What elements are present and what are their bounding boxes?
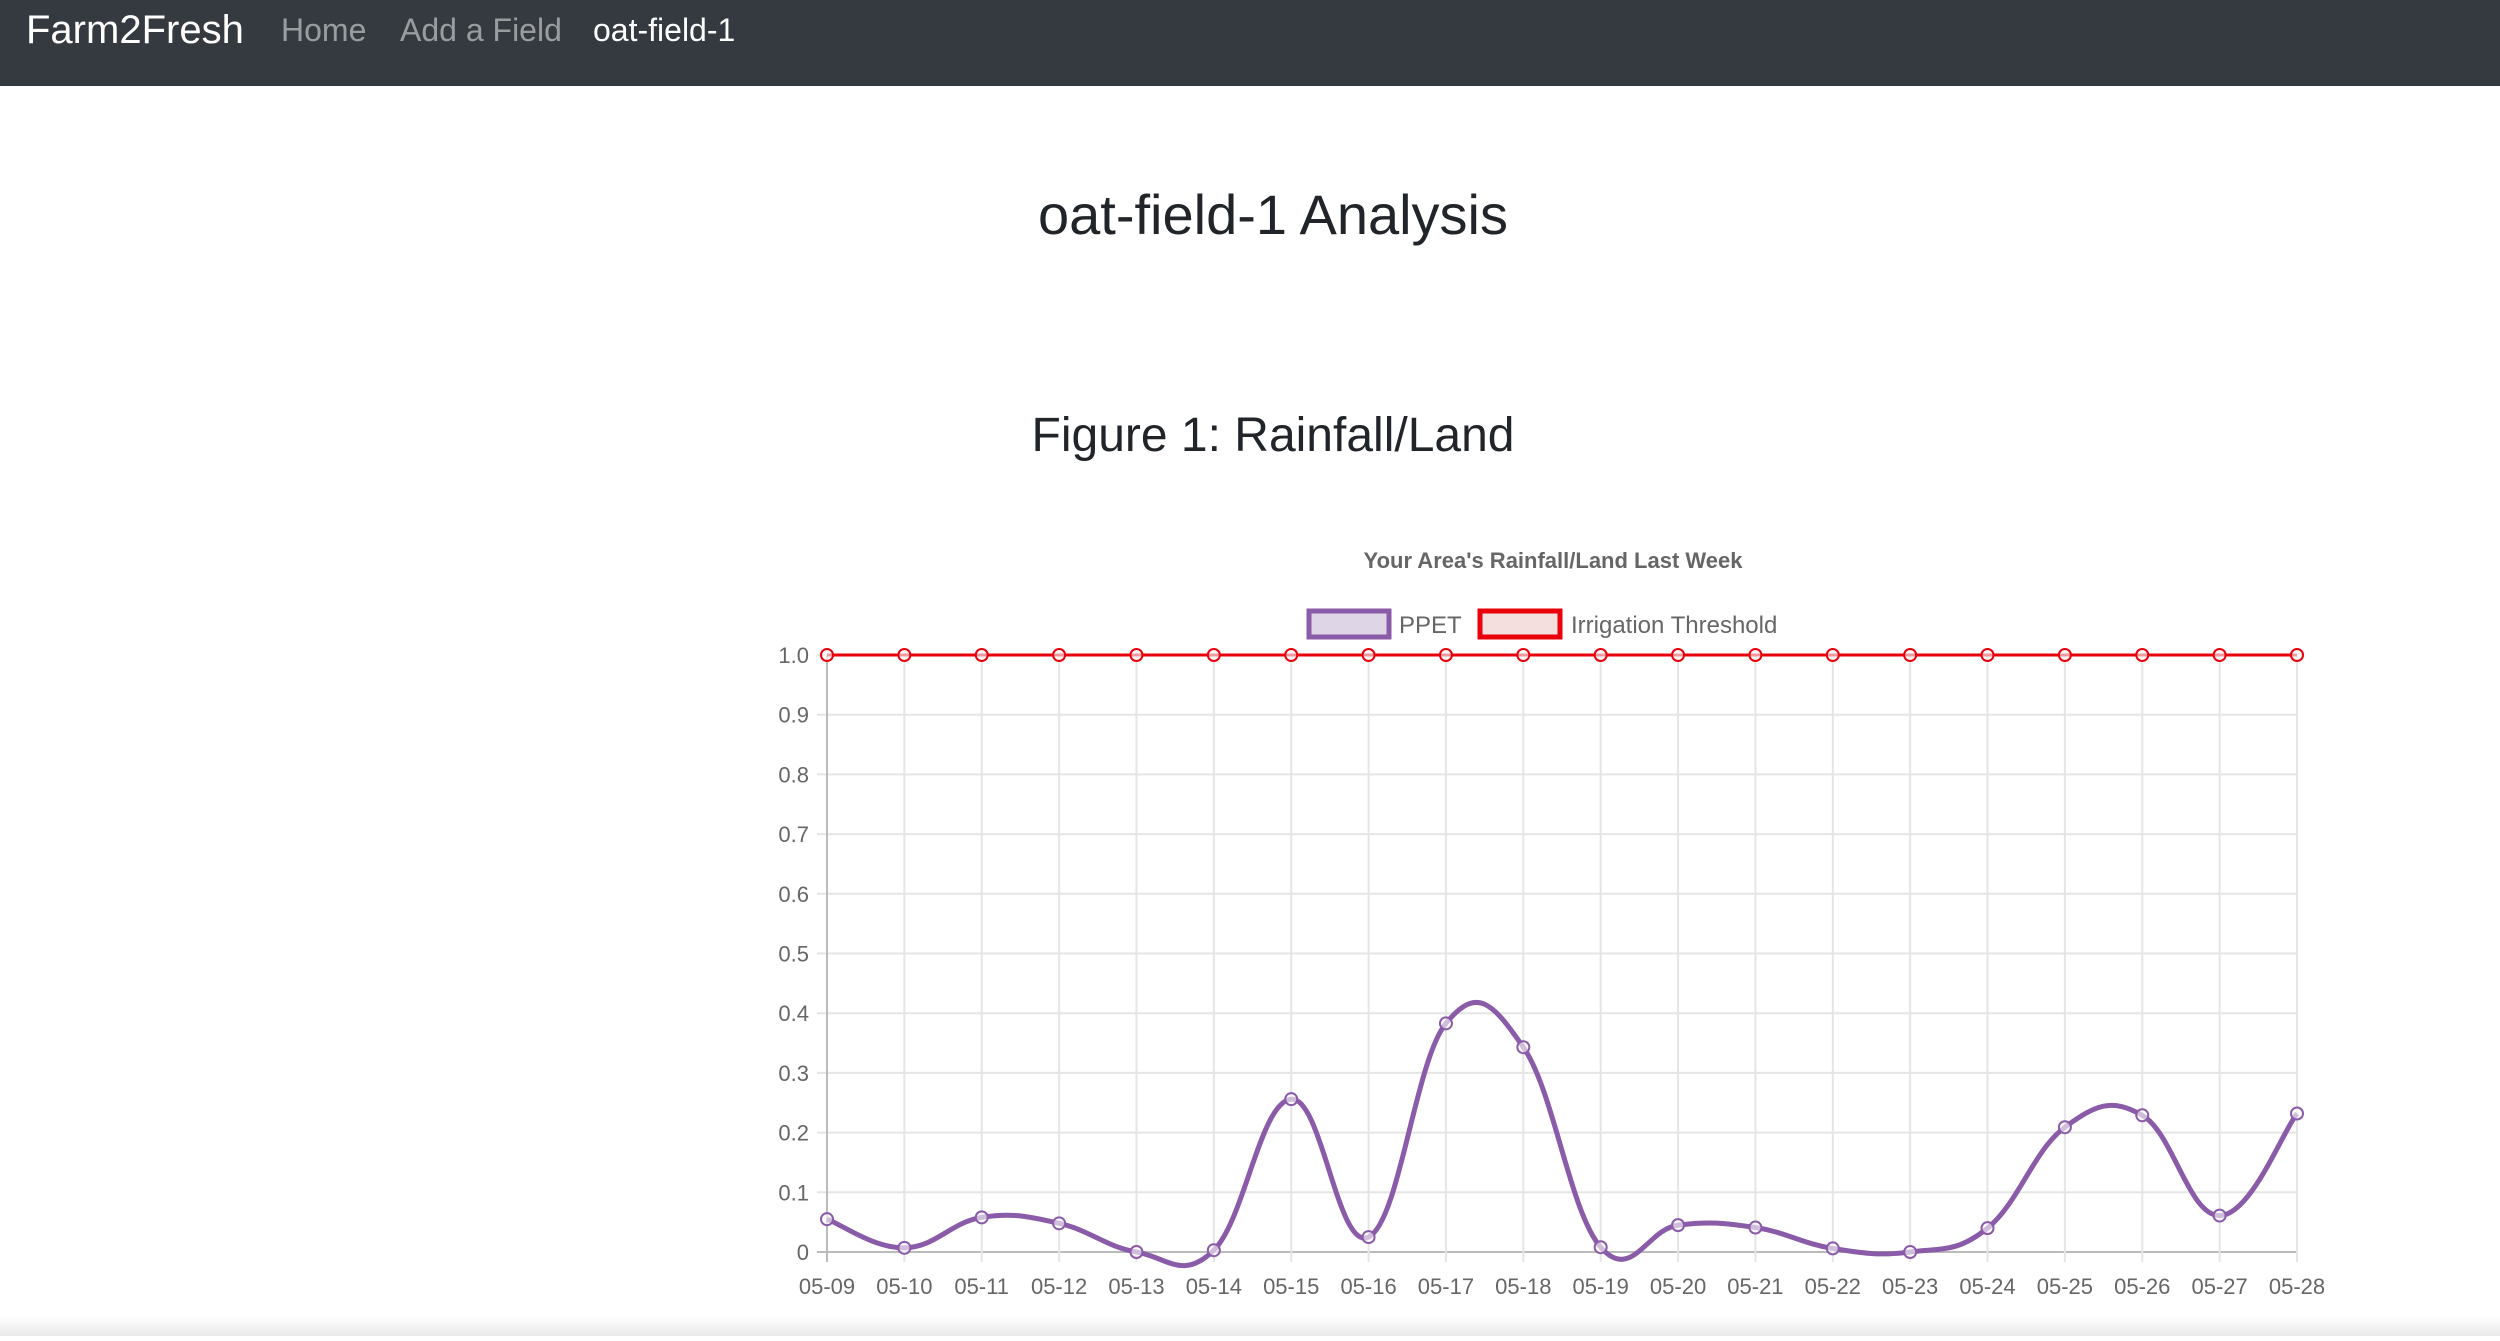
rainfall-chart-container: Your Area's Rainfall/Land Last Week PPET…: [0, 0, 2500, 1336]
data-point-irrigation-threshold[interactable]: [2212, 648, 2227, 662]
data-point-irrigation-threshold[interactable]: [1980, 648, 1995, 662]
x-tick-label: 05-13: [1108, 1274, 1164, 1299]
data-point-irrigation-threshold[interactable]: [820, 648, 834, 662]
data-point-ppet[interactable]: [1361, 1230, 1376, 1245]
y-tick-label: 0.1: [778, 1180, 809, 1205]
data-point-ppet[interactable]: [1052, 1216, 1067, 1231]
x-tick-label: 05-14: [1186, 1274, 1242, 1299]
y-tick-label: 0: [797, 1240, 809, 1265]
x-tick-label: 05-11: [954, 1274, 1009, 1299]
legend-label-irrigation-threshold: Irrigation Threshold: [1571, 612, 1777, 639]
data-point-ppet[interactable]: [1284, 1092, 1299, 1107]
x-tick-label: 05-15: [1263, 1274, 1319, 1299]
data-point-irrigation-threshold[interactable]: [1825, 648, 1840, 662]
y-tick-label: 0.7: [778, 822, 809, 847]
data-point-irrigation-threshold[interactable]: [1129, 648, 1144, 662]
data-point-ppet[interactable]: [2212, 1208, 2227, 1223]
y-tick-label: 1.0: [778, 643, 809, 668]
data-point-irrigation-threshold[interactable]: [1593, 648, 1608, 662]
rainfall-chart: Your Area's Rainfall/Land Last Week PPET…: [778, 548, 2325, 1299]
data-point-ppet[interactable]: [2290, 1106, 2304, 1121]
data-point-ppet[interactable]: [1825, 1241, 1840, 1256]
x-tick-label: 05-28: [2269, 1274, 2325, 1299]
x-tick-label: 05-21: [1727, 1274, 1783, 1299]
chart-title: Your Area's Rainfall/Land Last Week: [1364, 548, 1744, 573]
data-point-irrigation-threshold[interactable]: [1284, 648, 1299, 662]
x-tick-label: 05-27: [2191, 1274, 2247, 1299]
data-point-ppet[interactable]: [1593, 1240, 1608, 1255]
legend-swatch-ppet: [1306, 608, 1392, 640]
x-tick-label: 05-12: [1031, 1274, 1087, 1299]
data-point-irrigation-threshold[interactable]: [1516, 648, 1531, 662]
data-point-irrigation-threshold[interactable]: [2290, 648, 2304, 662]
data-point-irrigation-threshold[interactable]: [897, 648, 912, 662]
data-point-ppet[interactable]: [1438, 1016, 1453, 1031]
data-point-ppet[interactable]: [1903, 1245, 1918, 1259]
x-tick-label: 05-18: [1495, 1274, 1551, 1299]
x-tick-label: 05-17: [1418, 1274, 1474, 1299]
data-point-irrigation-threshold[interactable]: [974, 648, 989, 662]
data-point-ppet[interactable]: [1671, 1218, 1686, 1233]
data-point-ppet[interactable]: [1516, 1040, 1531, 1055]
page-bottom-edge: [0, 1316, 2500, 1336]
legend-item-ppet[interactable]: PPET: [1306, 608, 1462, 640]
x-tick-label: 05-26: [2114, 1274, 2170, 1299]
data-point-irrigation-threshold[interactable]: [2057, 648, 2072, 662]
data-point-irrigation-threshold[interactable]: [1671, 648, 1686, 662]
y-tick-label: 0.9: [778, 703, 809, 728]
y-tick-label: 0.6: [778, 882, 809, 907]
legend-swatch-irrigation-threshold: [1477, 608, 1563, 640]
data-point-ppet[interactable]: [974, 1210, 989, 1225]
y-tick-label: 0.5: [778, 942, 809, 967]
x-tick-label: 05-22: [1805, 1274, 1861, 1299]
data-point-irrigation-threshold[interactable]: [1361, 648, 1376, 662]
chart-y-axis: 0 0.1 0.2 0.3 0.4 0.5 0.6 0.7 0.8 0.9 1.0: [778, 643, 809, 1265]
data-point-ppet[interactable]: [1980, 1221, 1995, 1236]
chart-x-axis: 05-09 05-10 05-11 05-12 05-13 05-14 05-15 05-16…: [799, 1274, 2325, 1299]
data-point-ppet[interactable]: [1129, 1245, 1144, 1259]
series-line-ppet: [826, 1000, 2300, 1269]
x-tick-label: 05-25: [2037, 1274, 2093, 1299]
data-point-ppet[interactable]: [2135, 1108, 2150, 1123]
y-tick-label: 0.2: [778, 1121, 809, 1146]
legend-label-ppet: PPET: [1399, 612, 1462, 639]
chart-series: [820, 648, 2304, 1269]
x-tick-label: 05-10: [876, 1274, 932, 1299]
data-point-ppet[interactable]: [1748, 1220, 1763, 1235]
x-tick-label: 05-24: [1959, 1274, 2015, 1299]
chart-grid: [817, 654, 2298, 1262]
legend-item-irrigation-threshold[interactable]: Irrigation Threshold: [1477, 608, 1777, 640]
x-tick-label: 05-19: [1573, 1274, 1629, 1299]
data-point-ppet[interactable]: [897, 1240, 912, 1255]
data-point-irrigation-threshold[interactable]: [1903, 648, 1918, 662]
y-tick-label: 0.4: [778, 1001, 809, 1026]
data-point-irrigation-threshold[interactable]: [1438, 648, 1453, 662]
data-point-ppet[interactable]: [2057, 1120, 2072, 1135]
y-tick-label: 0.8: [778, 762, 809, 787]
data-point-ppet[interactable]: [820, 1212, 834, 1227]
data-point-irrigation-threshold[interactable]: [1748, 648, 1763, 662]
chart-legend: PPET Irrigation Threshold: [1306, 608, 1777, 640]
x-tick-label: 05-20: [1650, 1274, 1706, 1299]
data-point-ppet[interactable]: [1206, 1243, 1221, 1258]
data-point-irrigation-threshold[interactable]: [1206, 648, 1221, 662]
x-tick-label: 05-09: [799, 1274, 855, 1299]
data-point-irrigation-threshold[interactable]: [2135, 648, 2150, 662]
data-point-irrigation-threshold[interactable]: [1052, 648, 1067, 662]
x-tick-label: 05-16: [1340, 1274, 1396, 1299]
y-tick-label: 0.3: [778, 1061, 809, 1086]
x-tick-label: 05-23: [1882, 1274, 1938, 1299]
